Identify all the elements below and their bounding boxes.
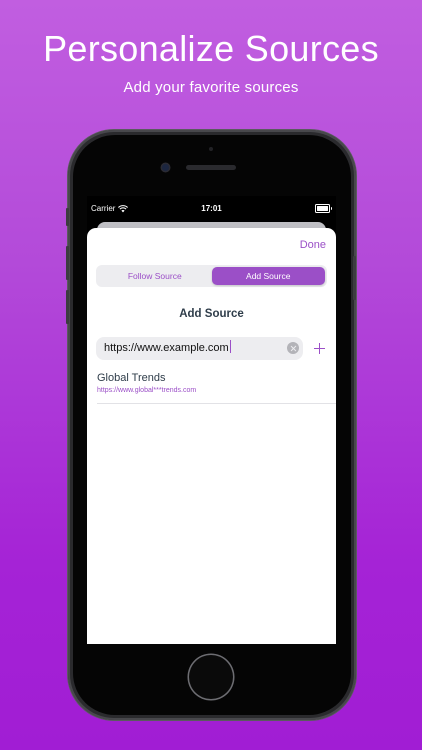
divider xyxy=(97,403,336,404)
section-title: Add Source xyxy=(179,308,244,320)
phone-screen: Carrier 17:01 Done Follow Source Add Sou… xyxy=(87,196,336,644)
front-camera xyxy=(162,164,169,171)
side-button-mute xyxy=(66,208,69,226)
status-time: 17:01 xyxy=(201,204,222,213)
battery-level xyxy=(317,206,328,211)
battery-cap xyxy=(330,207,332,210)
text-cursor xyxy=(229,340,231,353)
side-button-power xyxy=(353,256,356,300)
source-name: Global Trends xyxy=(97,372,166,384)
home-button[interactable] xyxy=(189,655,233,699)
add-source-sheet: Done Follow Source Add Source Add Source… xyxy=(87,228,336,644)
subheadline: Add your favorite sources xyxy=(123,79,299,96)
side-button-volume-down xyxy=(66,290,69,324)
clear-icon[interactable] xyxy=(287,342,299,354)
status-bar: Carrier 17:01 xyxy=(87,196,336,222)
source-url: https://www.global***trends.com xyxy=(97,387,197,394)
tab-add-source[interactable]: Add Source xyxy=(211,267,325,285)
plus-icon[interactable] xyxy=(311,337,329,360)
earpiece-speaker xyxy=(186,165,236,170)
battery-icon xyxy=(315,204,332,213)
headline: Personalize Sources xyxy=(43,28,379,69)
proximity-sensor xyxy=(209,147,213,151)
done-button[interactable]: Done xyxy=(300,239,326,251)
source-mode-segmented-control: Follow Source Add Source xyxy=(96,265,327,287)
side-button-volume-up xyxy=(66,246,69,280)
tab-follow-source[interactable]: Follow Source xyxy=(98,267,212,285)
source-url-value: https://www.example.com xyxy=(104,342,229,354)
list-item[interactable]: Global Trends https://www.global***trend… xyxy=(87,368,336,404)
source-url-input[interactable]: https://www.example.com xyxy=(96,337,303,360)
